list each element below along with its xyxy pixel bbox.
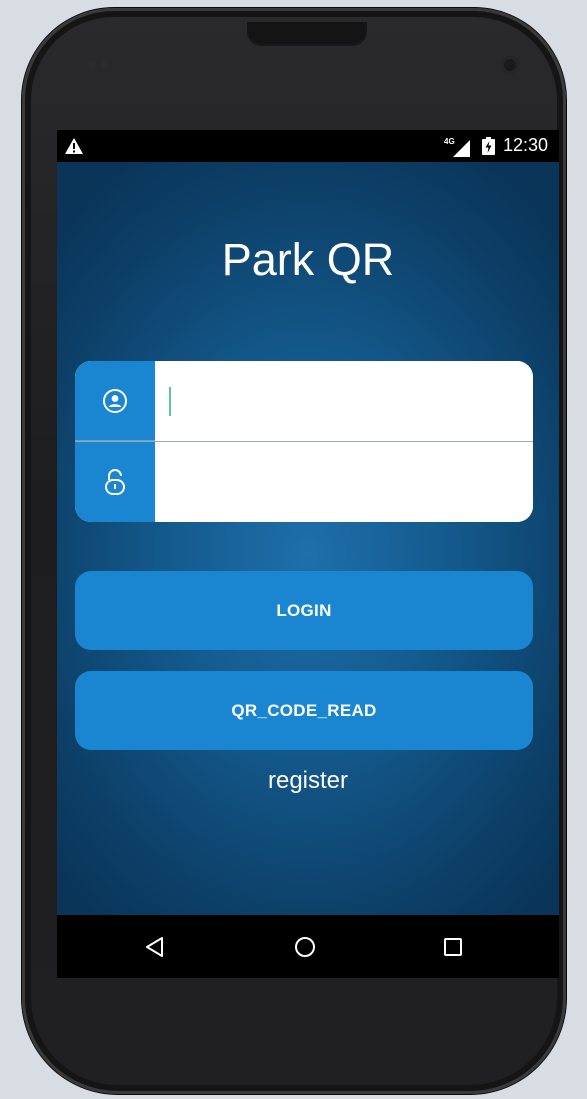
login-button[interactable]: LOGIN [75, 571, 533, 650]
network-type-label: 4G [444, 137, 455, 146]
nav-home-button[interactable] [265, 915, 345, 978]
password-row [75, 442, 533, 522]
back-icon [146, 936, 163, 957]
qr-code-read-button[interactable]: QR_CODE_READ [75, 671, 533, 750]
username-input[interactable] [155, 361, 533, 441]
status-bar: 4G 12:30 [57, 130, 559, 162]
password-icon-box [75, 442, 155, 522]
recents-icon [444, 937, 462, 956]
lock-icon [105, 469, 125, 495]
phone-speaker [247, 22, 367, 46]
warning-icon [65, 138, 83, 154]
home-icon [295, 936, 315, 957]
username-row [75, 361, 533, 442]
battery-charging-icon [482, 137, 495, 155]
nav-back-button[interactable] [115, 915, 195, 978]
status-clock: 12:30 [503, 135, 549, 155]
signal-icon: 4G [444, 137, 470, 157]
user-circle-icon [103, 389, 127, 413]
register-link[interactable]: register [57, 767, 559, 795]
front-camera [501, 56, 519, 74]
username-icon-box [75, 361, 155, 441]
app-title: Park QR [221, 234, 395, 285]
login-form [75, 361, 533, 522]
navigation-bar [57, 915, 559, 978]
nav-recents-button[interactable] [413, 915, 493, 978]
password-input[interactable] [155, 442, 533, 522]
text-cursor [169, 387, 171, 416]
app-screen: 4G 12:30 Park QR LOGIN QR_CODE_READ regi… [57, 130, 559, 978]
phone-sensors [87, 60, 113, 70]
